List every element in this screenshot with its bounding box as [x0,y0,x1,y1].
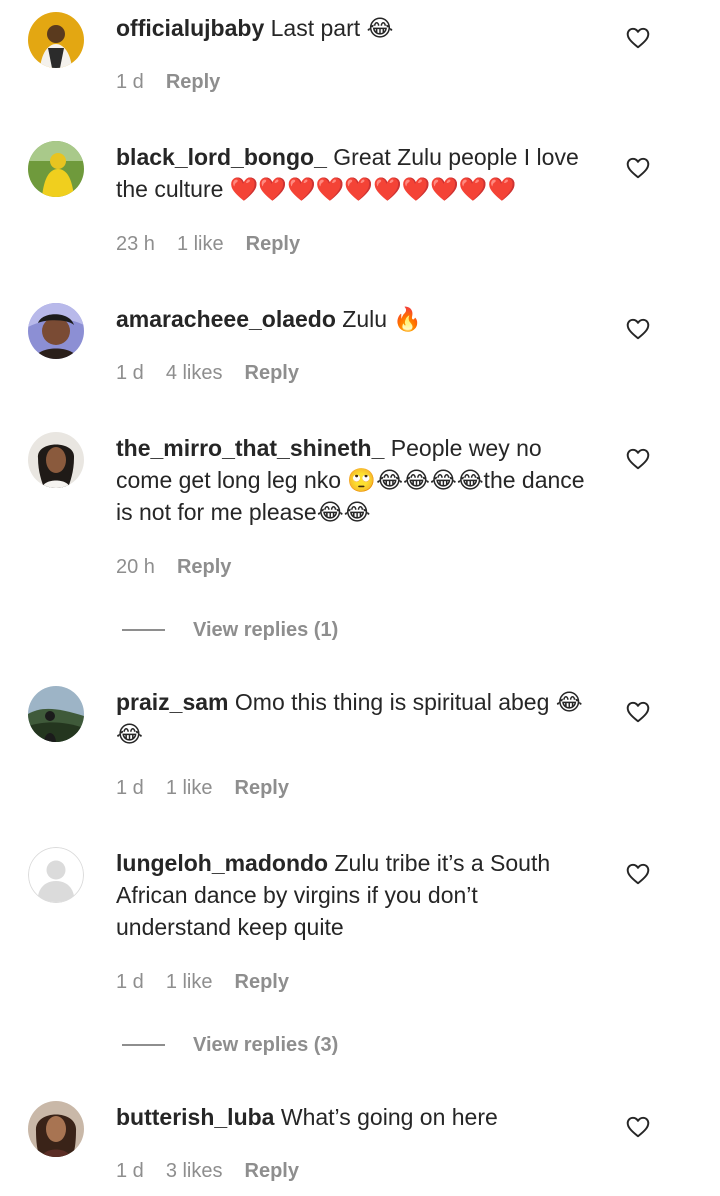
avatar[interactable] [28,303,84,359]
heart-outline-icon[interactable] [625,155,651,181]
comment-meta: 23 h 1 like Reply [116,232,300,256]
avatar[interactable] [28,12,84,68]
comment-username[interactable]: amaracheee_olaedo [116,306,336,332]
comment-text: Zulu 🔥 [342,306,423,332]
comment-meta: 1 d 4 likes Reply [116,361,299,385]
heart-outline-icon[interactable] [625,1114,651,1140]
comment-time: 1 d [116,777,144,799]
comment-username[interactable]: praiz_sam [116,689,229,715]
view-replies-label: View replies (3) [193,1034,339,1056]
comment-likes[interactable]: 1 like [166,970,213,994]
comment-likes[interactable]: 1 like [166,776,213,800]
comment-time: 1 d [116,362,144,384]
avatar[interactable] [28,1101,84,1157]
comment-meta: 1 d 3 likes Reply [116,1159,299,1183]
comment-time: 20 h [116,556,155,578]
reply-button[interactable]: Reply [246,232,300,256]
comment-likes[interactable]: 1 like [177,232,224,256]
comment-time: 1 d [116,971,144,993]
comment-time: 23 h [116,233,155,255]
view-replies-button[interactable]: View replies (1) [122,618,338,642]
comment-text: What’s going on here [280,1104,498,1130]
comment-body: lungeloh_madondo Zulu tribe it’s a South… [116,847,592,943]
replies-divider-line [122,629,165,631]
comment-body: officialujbaby Last part 😂 [116,12,592,44]
person-silhouette-icon[interactable] [28,847,84,903]
comment-time: 1 d [116,71,144,93]
reply-button[interactable]: Reply [177,555,231,579]
comment-username[interactable]: black_lord_bongo_ [116,144,327,170]
comment-meta: 1 d 1 like Reply [116,776,289,800]
reply-button[interactable]: Reply [245,1159,299,1183]
avatar[interactable] [28,686,84,742]
reply-button[interactable]: Reply [166,70,220,94]
view-replies-label: View replies (1) [193,619,339,641]
comment-body: praiz_sam Omo this thing is spiritual ab… [116,686,592,750]
heart-outline-icon[interactable] [625,861,651,887]
comment-meta: 1 d Reply [116,70,220,94]
comment-body: amaracheee_olaedo Zulu 🔥 [116,303,592,335]
comment-username[interactable]: butterish_luba [116,1104,274,1130]
comment-text: Last part 😂 [270,15,394,41]
replies-divider-line [122,1044,165,1046]
comment-username[interactable]: lungeloh_madondo [116,850,328,876]
comments-list: officialujbaby Last part 😂 1 d Reply bla… [0,0,720,1196]
heart-outline-icon[interactable] [625,25,651,51]
comment-meta: 20 h Reply [116,555,231,579]
comment-time: 1 d [116,1160,144,1182]
reply-button[interactable]: Reply [235,970,289,994]
reply-button[interactable]: Reply [245,361,299,385]
avatar[interactable] [28,432,84,488]
comment-body: black_lord_bongo_ Great Zulu people I lo… [116,141,592,205]
heart-outline-icon[interactable] [625,446,651,472]
comment-body: butterish_luba What’s going on here [116,1101,592,1133]
comment-username[interactable]: the_mirro_that_shineth_ [116,435,384,461]
view-replies-button[interactable]: View replies (3) [122,1033,338,1057]
comment-body: the_mirro_that_shineth_ People wey no co… [116,432,592,528]
avatar[interactable] [28,141,84,197]
comment-username[interactable]: officialujbaby [116,15,264,41]
comment-meta: 1 d 1 like Reply [116,970,289,994]
heart-outline-icon[interactable] [625,316,651,342]
comment-likes[interactable]: 4 likes [166,361,223,385]
reply-button[interactable]: Reply [235,776,289,800]
heart-outline-icon[interactable] [625,699,651,725]
comment-likes[interactable]: 3 likes [166,1159,223,1183]
